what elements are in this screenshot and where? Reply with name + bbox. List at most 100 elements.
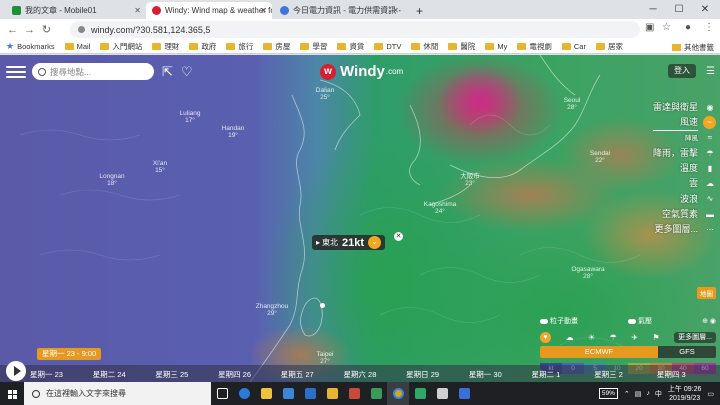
layer-air-quality[interactable]: 空氣質素 — [653, 207, 698, 222]
notification-icon[interactable]: ▭ — [707, 390, 714, 398]
timeline-day[interactable]: 星期三 2 — [594, 369, 657, 380]
minimize-icon[interactable]: ─ — [640, 0, 666, 19]
timeline-day[interactable]: 星期三 25 — [155, 369, 218, 380]
more-dots-icon[interactable]: ⋯ — [703, 222, 717, 237]
bookmark-folder[interactable]: DTV — [374, 42, 401, 51]
particles-toggle[interactable]: 粒子動畫 — [540, 316, 578, 326]
layer-gusts[interactable]: 陣風 — [653, 131, 698, 146]
heart-icon[interactable]: ♡ — [181, 64, 193, 80]
bookmarks-label[interactable]: ★ Bookmarks — [6, 41, 55, 52]
bookmark-folder[interactable]: 休閒 — [411, 41, 438, 52]
bookmark-folder[interactable]: 居家 — [595, 41, 623, 52]
bookmark-folder[interactable]: Mail — [64, 42, 90, 51]
clock[interactable]: 上午 09:26 2019/9/23 — [668, 385, 701, 403]
bookmark-folder[interactable]: 旅行 — [226, 41, 253, 52]
app-icon[interactable] — [365, 382, 387, 405]
timeline-day[interactable]: 星期二 24 — [93, 369, 156, 380]
login-button[interactable]: 登入 — [668, 64, 696, 78]
store-icon[interactable] — [277, 382, 299, 405]
tab-mobile01[interactable]: 我的文章 - Mobile01 ✕ — [6, 2, 146, 19]
up-arrow-icon[interactable]: ⌃ — [624, 390, 630, 398]
star-icon[interactable]: ☆ — [662, 22, 671, 33]
file-explorer-icon[interactable] — [255, 382, 277, 405]
chrome-icon[interactable] — [387, 382, 409, 405]
pressure-toggle[interactable]: 氣壓 — [628, 316, 652, 326]
bookmark-folder[interactable]: 電視劇 — [517, 41, 552, 52]
mail-icon[interactable] — [299, 382, 321, 405]
tab-windy[interactable]: Windy: Wind map & weather fo ✕ — [146, 2, 272, 19]
bookmark-folder[interactable]: Car — [561, 42, 586, 51]
battery-indicator[interactable]: 59% — [598, 388, 618, 399]
bookmark-folder[interactable]: 學習 — [300, 41, 327, 52]
layer-more[interactable]: 更多圖層... — [653, 222, 698, 237]
share-icon[interactable]: ⇱ — [162, 64, 173, 80]
close-tab-icon[interactable]: ✕ — [260, 6, 267, 15]
volume-icon[interactable]: ♪ — [646, 390, 650, 397]
address-bar[interactable]: windy.com/?30.581,124.365,5 — [70, 21, 640, 38]
timeline-day[interactable]: 星期四 26 — [218, 369, 281, 380]
flag-icon[interactable]: ⚑ — [652, 333, 659, 342]
rain-icon[interactable]: ☂ — [703, 146, 717, 161]
taskbar-search-input[interactable]: 在這裡輸入文字來搜尋 — [24, 382, 211, 405]
translate-icon[interactable]: ▣ — [645, 22, 654, 33]
task-view-icon[interactable] — [211, 382, 233, 405]
login-menu-icon[interactable]: ☰ — [706, 66, 715, 77]
weather-map[interactable]: Dalian 25° Seoul 28° Kagoshima 24° Ogasawar… — [0, 55, 720, 382]
bookmark-folder[interactable]: 理財 — [152, 41, 179, 52]
reload-icon[interactable]: ↻ — [38, 23, 55, 36]
layer-clouds[interactable]: 雲 — [653, 176, 698, 191]
bookmark-folder[interactable]: 入門網站 — [100, 41, 142, 52]
layer-wind[interactable]: 風速 — [652, 115, 698, 131]
wind-readout-popup[interactable]: ▸ 東北 21kt ⌄ — [312, 235, 386, 250]
tab-power[interactable]: 今日電力資訊 - 電力供需資訊 - 台 ✕ — [274, 2, 404, 19]
menu-icon[interactable]: ⋮ — [704, 22, 714, 33]
timeline-day[interactable]: 星期日 29 — [406, 369, 469, 380]
forward-icon[interactable]: → — [21, 24, 38, 36]
wind-icon[interactable]: ~ — [703, 116, 716, 130]
windy-logo[interactable]: w Windy .com — [320, 63, 403, 80]
timeline-day[interactable]: 星期二 1 — [532, 369, 595, 380]
close-tab-icon[interactable]: ✕ — [134, 6, 141, 15]
back-icon[interactable]: ← — [4, 24, 21, 36]
timeline-day[interactable]: 星期五 27 — [281, 369, 344, 380]
profile-icon[interactable]: ● — [685, 22, 691, 33]
cloud-icon[interactable]: ☁ — [703, 176, 717, 191]
edge-icon[interactable] — [233, 382, 255, 405]
layer-rain-thunder[interactable]: 降雨，雷擊 — [653, 146, 698, 161]
app-icon[interactable] — [453, 382, 475, 405]
new-tab-button[interactable]: + — [410, 2, 426, 19]
layer-temperature[interactable]: 溫度 — [653, 161, 698, 176]
chevron-down-icon[interactable]: ⌄ — [368, 236, 382, 249]
app-icon[interactable] — [321, 382, 343, 405]
wave-icon[interactable]: ∿ — [703, 191, 717, 206]
radar-icon[interactable]: ◉ — [703, 100, 717, 115]
close-window-icon[interactable]: ✕ — [692, 0, 718, 19]
app-icon[interactable] — [343, 382, 365, 405]
maximize-icon[interactable]: ☐ — [666, 0, 692, 19]
bookmark-folder[interactable]: 醫院 — [448, 41, 475, 52]
map-mode-button[interactable]: 地圖 — [697, 287, 716, 299]
zoom-icon[interactable]: ⊕ ◉ — [702, 317, 716, 325]
bookmark-folder[interactable]: 政府 — [189, 41, 216, 52]
bookmark-folder[interactable]: 資貨 — [337, 41, 364, 52]
location-search-input[interactable]: 搜尋地點... — [32, 63, 154, 80]
app-icon[interactable] — [431, 382, 453, 405]
windows-start-icon[interactable] — [0, 382, 24, 405]
more-layers-button[interactable]: 更多圖層... — [674, 331, 716, 343]
thermometer-icon[interactable]: ▮ — [703, 161, 717, 176]
plane-icon[interactable]: ✈ — [631, 333, 638, 342]
bookmark-folder[interactable]: 房屋 — [263, 41, 290, 52]
timeline-day[interactable]: 星期六 28 — [343, 369, 406, 380]
gust-icon[interactable]: ≈ — [703, 130, 717, 145]
close-icon[interactable]: ✕ — [394, 232, 403, 241]
other-bookmarks[interactable]: 其他書籤 — [672, 40, 714, 54]
timeline-day[interactable]: 星期一 30 — [469, 369, 532, 380]
timeline-day[interactable]: 星期一 23 — [30, 369, 93, 380]
model-ecmwf[interactable]: ECMWF — [540, 346, 658, 358]
network-icon[interactable]: ▤ — [635, 390, 642, 398]
play-button-icon[interactable] — [6, 361, 26, 381]
cloud-icon[interactable]: ☁ — [565, 333, 573, 342]
timeline-day[interactable]: 星期四 3 — [657, 369, 687, 380]
layer-radar-satellite[interactable]: 雷達與衛星 — [653, 100, 698, 115]
app-icon[interactable] — [409, 382, 431, 405]
